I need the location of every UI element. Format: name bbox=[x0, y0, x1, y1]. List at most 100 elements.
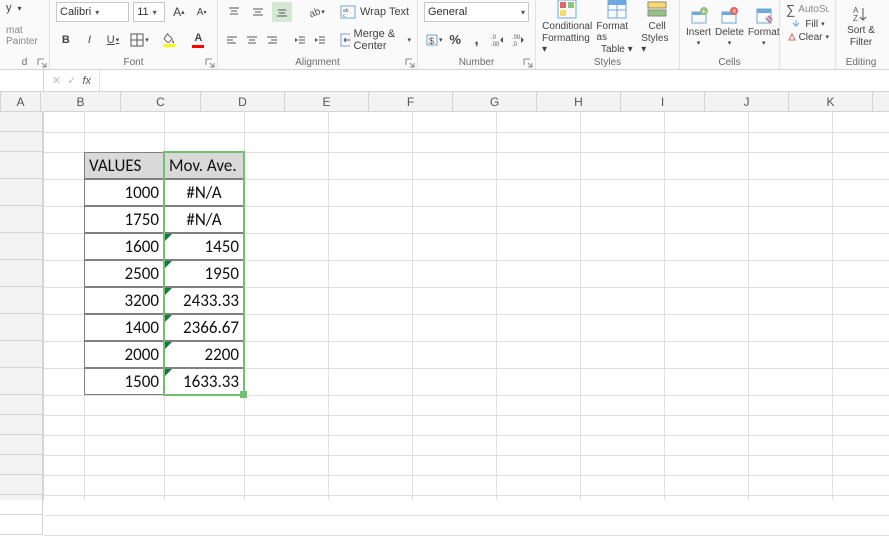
cell-movave-7[interactable]: 1633.33 bbox=[164, 368, 244, 395]
number-dialog-launcher[interactable] bbox=[523, 58, 533, 68]
format-as-table-button[interactable]: Format asTable ▾ bbox=[596, 0, 637, 55]
autosum-button[interactable]: ∑AutoSum bbox=[786, 2, 829, 17]
row-header-7[interactable] bbox=[0, 260, 43, 287]
col-header-L[interactable]: L bbox=[873, 92, 889, 111]
row-header-16[interactable] bbox=[0, 475, 43, 495]
row-header-5[interactable] bbox=[0, 206, 43, 233]
cell-value-2[interactable]: 1600 bbox=[84, 233, 164, 260]
delete-cells-button[interactable]: ×Delete▾ bbox=[715, 6, 744, 47]
insert-cells-button[interactable]: +Insert▾ bbox=[686, 6, 711, 47]
cell-movave-2[interactable]: 1450 bbox=[164, 233, 244, 260]
row-header-2[interactable] bbox=[0, 132, 43, 152]
italic-button[interactable]: I bbox=[80, 30, 100, 50]
borders-button[interactable]: ▾ bbox=[127, 30, 152, 50]
paste-fragment[interactable]: y bbox=[6, 2, 12, 14]
underline-button[interactable]: U▾ bbox=[103, 30, 123, 50]
bold-button[interactable]: B bbox=[56, 30, 76, 50]
col-header-I[interactable]: I bbox=[621, 92, 705, 111]
decrease-decimal-button[interactable]: .00.0 bbox=[510, 30, 529, 50]
row-header-18[interactable] bbox=[0, 515, 43, 535]
cancel-formula-button[interactable]: ✕ bbox=[52, 74, 61, 87]
col-header-D[interactable]: D bbox=[201, 92, 285, 111]
cell-styles-button[interactable]: CellStyles ▾ bbox=[641, 0, 673, 55]
name-box[interactable] bbox=[0, 70, 44, 91]
cell-movave-3[interactable]: 1950 bbox=[164, 260, 244, 287]
fill-button[interactable]: Fill▾ bbox=[786, 18, 829, 30]
clear-button[interactable]: Clear▾ bbox=[786, 31, 829, 43]
row-header-17[interactable] bbox=[0, 495, 43, 515]
fill-color-button[interactable] bbox=[156, 30, 181, 50]
row-header-6[interactable] bbox=[0, 233, 43, 260]
font-color-button[interactable]: A bbox=[186, 30, 211, 50]
row-headers[interactable] bbox=[0, 112, 44, 500]
col-header-K[interactable]: K bbox=[789, 92, 873, 111]
font-name-combo[interactable]: Calibri▾ bbox=[56, 2, 129, 22]
error-indicator-icon[interactable] bbox=[165, 288, 172, 295]
font-size-combo[interactable]: 11▾ bbox=[133, 2, 165, 22]
cell-movave-0[interactable]: #N/A bbox=[164, 179, 244, 206]
row-header-9[interactable] bbox=[0, 314, 43, 341]
shrink-font-button[interactable]: A▾ bbox=[192, 2, 211, 22]
row-header-1[interactable] bbox=[0, 112, 43, 132]
align-middle-button[interactable] bbox=[248, 2, 268, 22]
col-header-B[interactable]: B bbox=[41, 92, 121, 111]
error-indicator-icon[interactable] bbox=[165, 234, 172, 241]
col-header-A[interactable]: A bbox=[1, 92, 41, 111]
merge-center-button[interactable]: Merge & Center▾ bbox=[340, 28, 411, 52]
row-header-15[interactable] bbox=[0, 455, 43, 475]
row-header-14[interactable] bbox=[0, 435, 43, 455]
percent-format-button[interactable]: % bbox=[446, 30, 465, 50]
row-header-8[interactable] bbox=[0, 287, 43, 314]
align-top-button[interactable] bbox=[224, 2, 244, 22]
cell-value-0[interactable]: 1000 bbox=[84, 179, 164, 206]
accounting-format-button[interactable]: $▾ bbox=[424, 30, 444, 50]
cell-movave-6[interactable]: 2200 bbox=[164, 341, 244, 368]
alignment-dialog-launcher[interactable] bbox=[405, 58, 415, 68]
fx-button[interactable]: fx bbox=[82, 75, 91, 87]
cell-value-7[interactable]: 1500 bbox=[84, 368, 164, 395]
wrap-text-button[interactable]: abcWrap Text bbox=[340, 5, 409, 19]
cell-movave-1[interactable]: #N/A bbox=[164, 206, 244, 233]
font-dialog-launcher[interactable] bbox=[205, 58, 215, 68]
increase-decimal-button[interactable]: .0.00 bbox=[488, 30, 507, 50]
cell-value-1[interactable]: 1750 bbox=[84, 206, 164, 233]
decrease-indent-button[interactable] bbox=[292, 30, 308, 50]
error-indicator-icon[interactable] bbox=[165, 315, 172, 322]
cell-movave-5[interactable]: 2366.67 bbox=[164, 314, 244, 341]
cells-area[interactable]: VALUESMov. Ave.1000#N/A1750#N/A160014502… bbox=[44, 112, 889, 500]
error-indicator-icon[interactable] bbox=[165, 369, 172, 376]
cell-value-6[interactable]: 2000 bbox=[84, 341, 164, 368]
error-indicator-icon[interactable] bbox=[165, 261, 172, 268]
comma-format-button[interactable]: , bbox=[467, 30, 486, 50]
cell-value-4[interactable]: 3200 bbox=[84, 287, 164, 314]
align-center-button[interactable] bbox=[244, 30, 260, 50]
row-header-3[interactable] bbox=[0, 152, 43, 179]
enter-formula-button[interactable]: ✓ bbox=[67, 74, 76, 87]
format-painter-fragment[interactable]: mat Painter bbox=[6, 25, 43, 47]
col-header-E[interactable]: E bbox=[285, 92, 369, 111]
cell-value-3[interactable]: 2500 bbox=[84, 260, 164, 287]
col-header-J[interactable]: J bbox=[705, 92, 789, 111]
cell-movave-4[interactable]: 2433.33 bbox=[164, 287, 244, 314]
row-header-10[interactable] bbox=[0, 341, 43, 368]
header-values[interactable]: VALUES bbox=[84, 152, 164, 179]
col-header-H[interactable]: H bbox=[537, 92, 621, 111]
row-header-13[interactable] bbox=[0, 415, 43, 435]
increase-indent-button[interactable] bbox=[312, 30, 328, 50]
formula-input[interactable] bbox=[100, 70, 889, 91]
align-right-button[interactable] bbox=[264, 30, 280, 50]
header-mov-ave[interactable]: Mov. Ave. bbox=[164, 152, 244, 179]
row-header-12[interactable] bbox=[0, 395, 43, 415]
number-format-combo[interactable]: General▾ bbox=[424, 2, 529, 22]
grow-font-button[interactable]: A▴ bbox=[169, 2, 188, 22]
align-left-button[interactable] bbox=[224, 30, 240, 50]
row-header-11[interactable] bbox=[0, 368, 43, 395]
cell-value-5[interactable]: 1400 bbox=[84, 314, 164, 341]
orientation-button[interactable]: ab▾ bbox=[306, 2, 326, 22]
row-header-4[interactable] bbox=[0, 179, 43, 206]
col-header-G[interactable]: G bbox=[453, 92, 537, 111]
col-header-F[interactable]: F bbox=[369, 92, 453, 111]
sort-filter-button[interactable]: AZSort &Filter bbox=[847, 4, 875, 48]
clipboard-dialog-launcher[interactable] bbox=[37, 58, 47, 68]
format-cells-button[interactable]: Format▾ bbox=[748, 6, 780, 47]
